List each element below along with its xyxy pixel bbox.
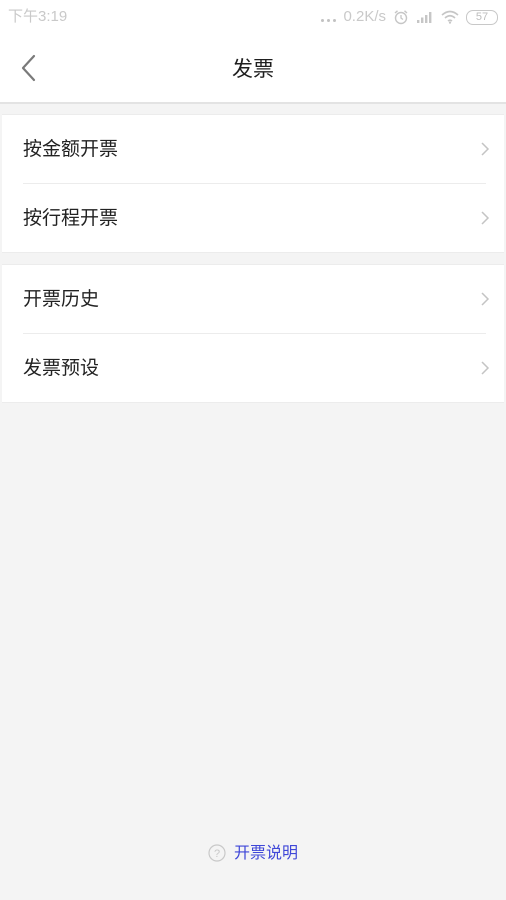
invoice-instructions-link[interactable]: ? 开票说明 (0, 842, 506, 864)
nav-bar: 发票 (0, 34, 506, 104)
signal-icon (417, 12, 432, 23)
battery-icon: 57 (466, 9, 498, 25)
invoice-issue-group: 按金额开票 按行程开票 (2, 114, 504, 253)
menu-item-label: 按金额开票 (23, 138, 119, 160)
status-time: 下午3:19 (8, 8, 68, 25)
chevron-right-icon (481, 361, 490, 375)
invoice-records-group: 开票历史 发票预设 (2, 264, 504, 403)
menu-item-invoice-by-trip[interactable]: 按行程开票 (2, 184, 504, 252)
chevron-right-icon (481, 292, 490, 306)
question-circle-icon: ? (208, 844, 226, 862)
menu-item-label: 开票历史 (23, 288, 100, 310)
status-bar: 下午3:19 0.2K/s 57 (0, 0, 506, 34)
network-speed: 0.2K/s (343, 8, 386, 25)
menu-item-invoice-by-amount[interactable]: 按金额开票 (2, 115, 504, 183)
menu-item-label: 按行程开票 (23, 207, 119, 229)
chevron-right-icon (481, 142, 490, 156)
alarm-icon (394, 10, 408, 25)
page-title: 发票 (232, 57, 274, 81)
wifi-icon (441, 10, 459, 24)
menu-item-invoice-presets[interactable]: 发票预设 (2, 334, 504, 402)
chevron-right-icon (481, 211, 490, 225)
menu-item-invoice-history[interactable]: 开票历史 (2, 265, 504, 333)
footer-link-label: 开票说明 (233, 843, 298, 862)
menu-item-label: 发票预设 (23, 357, 100, 379)
more-dots-icon (321, 18, 337, 22)
status-indicators: 0.2K/s 57 (321, 6, 498, 28)
svg-text:?: ? (214, 848, 220, 860)
